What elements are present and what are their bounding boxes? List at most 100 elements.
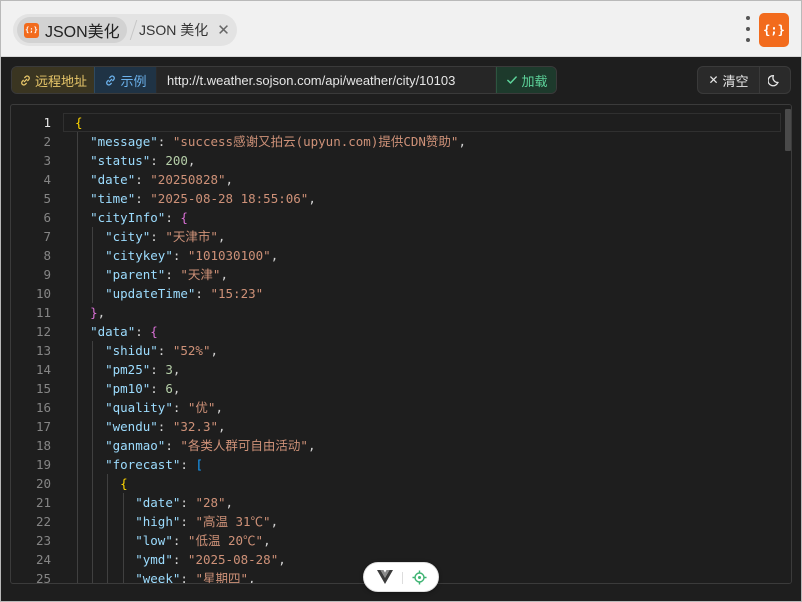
code-token: { [120, 476, 128, 491]
line-number: 13 [35, 343, 51, 358]
line-number: 25 [35, 571, 51, 584]
code-token: "ymd" [135, 552, 173, 567]
code-token: "cityInfo" [90, 210, 166, 225]
load-button[interactable]: 加载 [496, 67, 556, 93]
clear-button[interactable]: ✕ 清空 [698, 67, 760, 93]
target-icon[interactable] [412, 570, 427, 585]
tab-json-beautify-active[interactable]: {;} JSON美化 [17, 17, 127, 43]
line-number: 2 [43, 134, 51, 149]
code-token: , [172, 362, 181, 377]
code-token: , [210, 343, 219, 358]
code-token: "低温 20℃" [187, 533, 264, 548]
code-editor[interactable]: 1 2 3 4 5 6 7 8 9 10 11 12 13 14 15 16 17 18 19 20 21 22 23 24 2… [10, 104, 792, 584]
line-number: 6 [43, 210, 51, 225]
code-token: : [157, 343, 173, 358]
more-menu-icon[interactable] [745, 16, 751, 42]
code-token: "low" [135, 533, 173, 548]
vue-icon[interactable] [377, 570, 393, 585]
code-token: "天津" [180, 267, 221, 282]
code-token: , [225, 495, 234, 510]
line-number: 14 [35, 362, 51, 377]
app-logo-icon: {;} [24, 22, 39, 38]
code-token: "quality" [105, 400, 173, 415]
code-token: "week" [135, 571, 181, 584]
code-token: : [150, 153, 166, 168]
code-token: : [135, 191, 151, 206]
close-tab-icon[interactable]: ✕ [217, 23, 230, 38]
clear-label: 清空 [722, 73, 749, 89]
line-number: 18 [35, 438, 51, 453]
code-line: { [75, 113, 83, 132]
code-token: "date" [90, 172, 136, 187]
line-number: 22 [35, 514, 51, 529]
code-token: : [172, 552, 188, 567]
code-line: "low": "低温 20℃", [75, 531, 271, 550]
code-token: "forecast" [105, 457, 181, 472]
code-area[interactable]: { "message": "success感谢又拍云(upyun.com)提供C… [63, 105, 783, 583]
code-line: "ganmao": "各类人群可自由活动", [75, 436, 315, 455]
line-number: 7 [43, 229, 51, 244]
code-token: "data" [90, 324, 136, 339]
example-button[interactable]: 示例 [94, 67, 156, 93]
line-number: 20 [35, 476, 51, 491]
code-token: : [195, 286, 211, 301]
close-icon: ✕ [708, 73, 719, 87]
code-line: "quality": "优", [75, 398, 223, 417]
code-line: "pm10": 6, [75, 379, 180, 398]
code-token: , [270, 248, 279, 263]
code-token: , [218, 419, 226, 434]
remote-url-button[interactable]: 远程地址 [12, 67, 94, 93]
link-icon [106, 74, 116, 86]
url-input[interactable] [157, 67, 495, 93]
link-icon [21, 74, 30, 86]
code-token: : [180, 571, 196, 584]
url-bar: 远程地址 示例 加载 [11, 66, 557, 94]
code-token: , [278, 552, 286, 567]
line-number: 19 [35, 457, 51, 472]
floating-toolbar-divider [402, 572, 403, 584]
line-number: 5 [43, 191, 51, 206]
code-token: , [172, 381, 181, 396]
vertical-scrollbar[interactable] [783, 105, 791, 583]
app-logo[interactable]: {;} [759, 13, 789, 47]
code-line: "ymd": "2025-08-28", [75, 550, 286, 569]
code-token: "52%" [172, 343, 211, 358]
code-token: "updateTime" [105, 286, 196, 301]
code-token: "shidu" [105, 343, 158, 358]
code-line: "date": "20250828", [75, 170, 233, 189]
line-number: 17 [35, 419, 51, 434]
tab-strip: {;} JSON美化 JSON 美化 ✕ [13, 14, 237, 46]
check-icon [507, 76, 518, 84]
tab-json-beautify[interactable]: JSON 美化 ✕ [139, 17, 235, 43]
code-line: "forecast": [ [75, 455, 203, 474]
line-number: 4 [43, 172, 51, 187]
code-token: "20250828" [150, 172, 226, 187]
code-token: "high" [135, 514, 181, 529]
code-line: "city": "天津市", [75, 227, 225, 246]
code-token: , [263, 533, 271, 548]
code-line: "shidu": "52%", [75, 341, 218, 360]
code-line: "updateTime": "15:23" [75, 284, 263, 303]
code-token: : [172, 533, 188, 548]
theme-toggle-button[interactable] [760, 67, 790, 93]
code-token: { [75, 115, 83, 130]
line-number: 16 [35, 400, 51, 415]
line-number: 3 [43, 153, 51, 168]
code-token: "success感谢又拍云(upyun.com)提供CDN赞助" [172, 134, 459, 149]
scrollbar-thumb[interactable] [785, 109, 791, 151]
code-token: "32.3" [172, 419, 219, 434]
code-token: "wendu" [105, 419, 158, 434]
code-token: : [165, 210, 181, 225]
